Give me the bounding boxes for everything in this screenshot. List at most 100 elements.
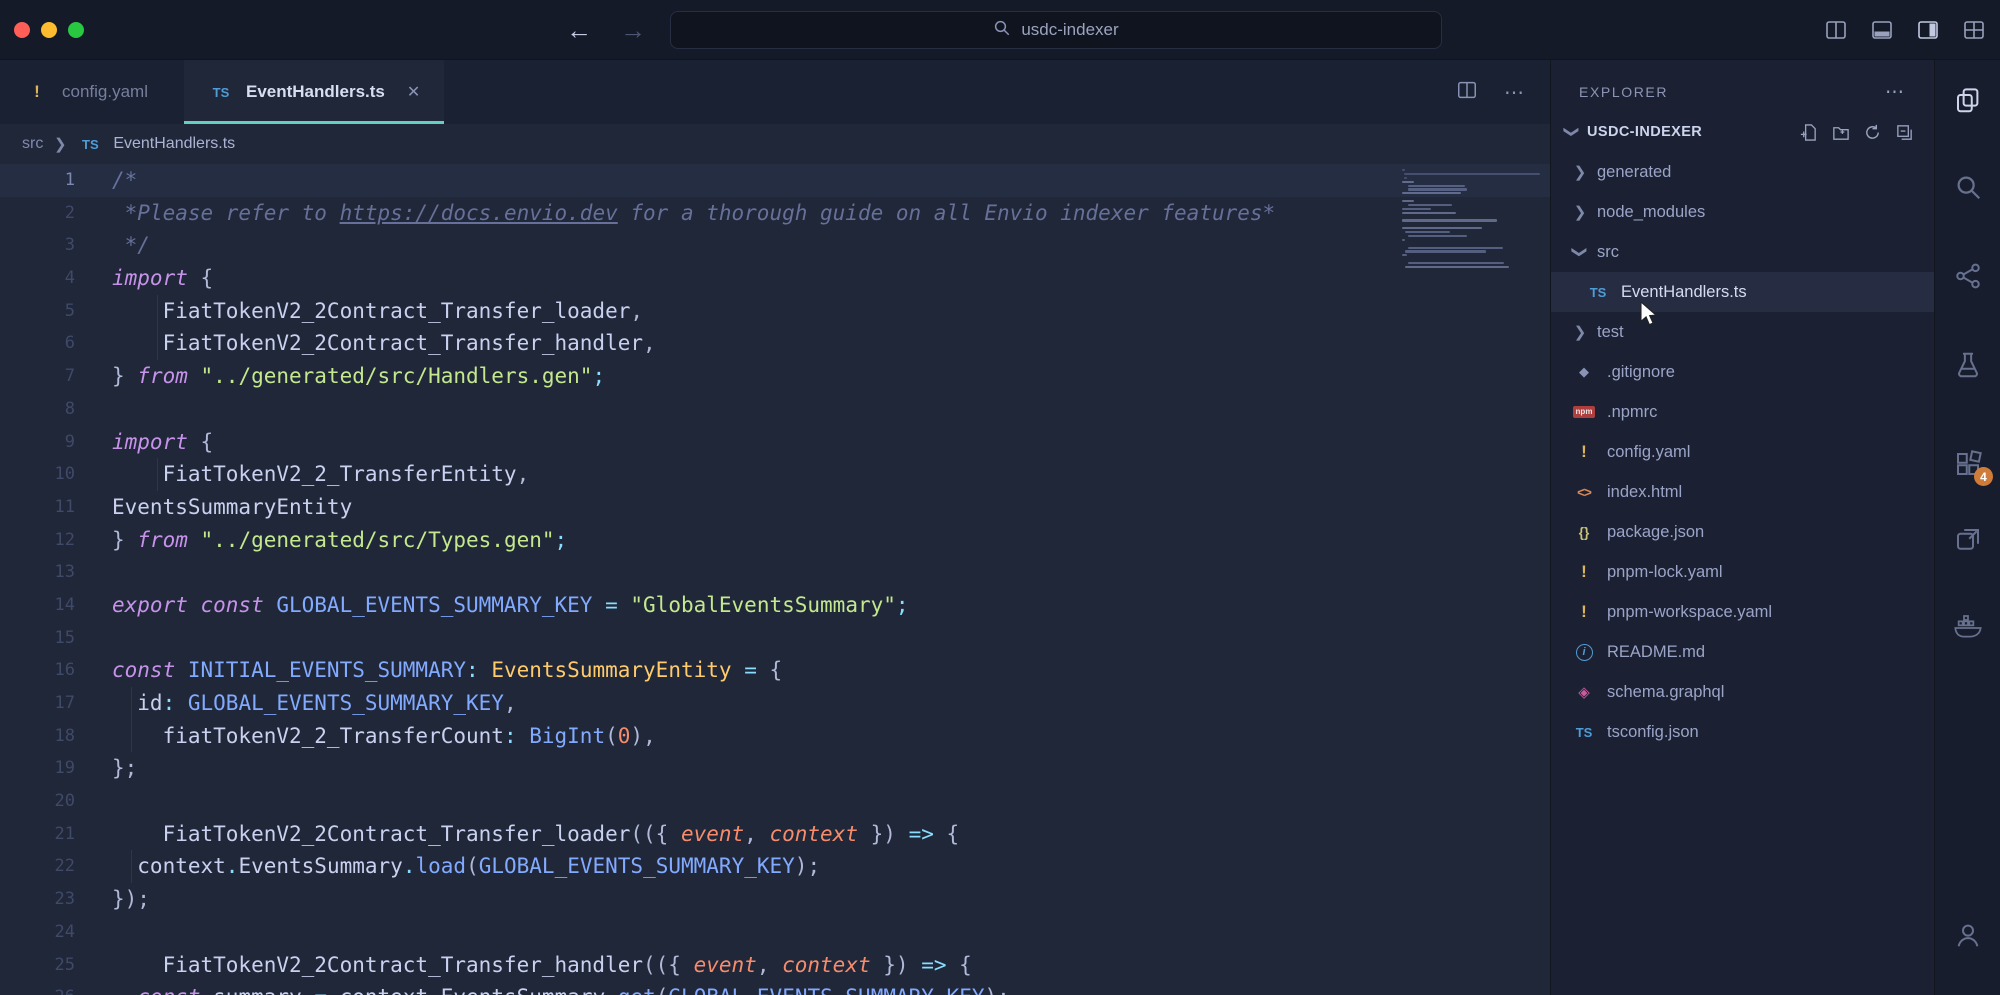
minimize-window-button[interactable] <box>41 22 57 38</box>
line-number: 23 <box>0 883 75 916</box>
tab-eventhandlers-ts[interactable]: TS EventHandlers.ts ✕ <box>184 60 444 124</box>
new-file-icon[interactable] <box>1799 123 1818 142</box>
code-line[interactable]: EventsSummaryEntity <box>112 491 1550 524</box>
explorer-sidebar: EXPLORER ⋯ ❯ USDC-INDEXER <box>1550 60 1934 995</box>
close-window-button[interactable] <box>14 22 30 38</box>
tree-item--gitignore[interactable]: ◆.gitignore <box>1551 352 1934 392</box>
code-line[interactable]: import { <box>112 426 1550 459</box>
customize-layout-icon[interactable] <box>1962 18 1986 42</box>
close-tab-icon[interactable]: ✕ <box>407 82 420 102</box>
navigate-forward-button[interactable]: → <box>620 15 646 46</box>
tree-item--npmrc[interactable]: npm.npmrc <box>1551 392 1934 432</box>
tree-item-label: test <box>1597 323 1624 342</box>
new-folder-icon[interactable] <box>1831 123 1850 142</box>
code-line[interactable]: context.EventsSummary.load(GLOBAL_EVENTS… <box>112 850 1550 883</box>
tree-item-generated[interactable]: ❯generated <box>1551 152 1934 192</box>
code-line[interactable] <box>112 622 1550 655</box>
code-editor[interactable]: 1234567891011121314151617181920212223242… <box>0 164 1550 995</box>
yaml-warning-icon: ! <box>1571 602 1597 622</box>
navigate-back-button[interactable]: ← <box>566 15 592 46</box>
breadcrumb-file[interactable]: EventHandlers.ts <box>113 135 235 153</box>
code-line[interactable]: FiatTokenV2_2_TransferEntity, <box>112 458 1550 491</box>
tab-divider <box>172 60 184 124</box>
tree-item-node-modules[interactable]: ❯node_modules <box>1551 192 1934 232</box>
tree-item-pnpm-workspace-yaml[interactable]: !pnpm-workspace.yaml <box>1551 592 1934 632</box>
breadcrumb: src ❯ TS EventHandlers.ts <box>0 124 1550 164</box>
line-number: 26 <box>0 981 75 995</box>
code-line[interactable] <box>112 785 1550 818</box>
activity-docker-button[interactable] <box>1935 606 2000 650</box>
tree-item-package-json[interactable]: {}package.json <box>1551 512 1934 552</box>
tab-bar: ! config.yaml TS EventHandlers.ts ✕ ⋯ <box>0 60 1550 124</box>
code-line[interactable]: */ <box>112 229 1550 262</box>
tree-item-tsconfig-json[interactable]: TStsconfig.json <box>1551 712 1934 752</box>
activity-search-button[interactable] <box>1935 167 2000 211</box>
code-line[interactable]: *Please refer to https://docs.envio.dev … <box>112 197 1550 230</box>
tree-item-config-yaml[interactable]: !config.yaml <box>1551 432 1934 472</box>
tree-item-label: index.html <box>1607 483 1682 502</box>
activity-account-button[interactable] <box>1935 915 2000 959</box>
code-line[interactable]: FiatTokenV2_2Contract_Transfer_handler, <box>112 327 1550 360</box>
line-number: 7 <box>0 360 75 393</box>
chevron-right-icon: ❯ <box>1573 323 1587 341</box>
minimap-line <box>1402 227 1482 229</box>
explorer-title: EXPLORER <box>1579 84 1668 100</box>
tab-config-yaml[interactable]: ! config.yaml <box>0 60 172 124</box>
code-line[interactable] <box>112 556 1550 589</box>
minimap-line <box>1408 204 1452 206</box>
code-line[interactable]: const INITIAL_EVENTS_SUMMARY: EventsSumm… <box>112 654 1550 687</box>
readme-info-icon: i <box>1571 644 1597 661</box>
project-root-row[interactable]: ❯ USDC-INDEXER <box>1551 112 1934 152</box>
toggle-panel-icon[interactable] <box>1870 18 1894 42</box>
code-line[interactable] <box>112 393 1550 426</box>
code-line[interactable]: } from "../generated/src/Handlers.gen"; <box>112 360 1550 393</box>
tree-item-schema-graphql[interactable]: ◈schema.graphql <box>1551 672 1934 712</box>
code-line[interactable]: const summary = context.EventsSummary.ge… <box>112 981 1550 995</box>
zoom-window-button[interactable] <box>68 22 84 38</box>
activity-explorer-button[interactable] <box>1935 80 2000 124</box>
tree-item-pnpm-lock-yaml[interactable]: !pnpm-lock.yaml <box>1551 552 1934 592</box>
line-number: 11 <box>0 491 75 524</box>
minimap-line <box>1402 169 1405 171</box>
breadcrumb-folder[interactable]: src <box>22 135 43 153</box>
tree-item-eventhandlers-ts[interactable]: TSEventHandlers.ts <box>1551 272 1934 312</box>
minimap[interactable] <box>1400 169 1550 270</box>
toggle-sidebar-icon[interactable] <box>1916 18 1940 42</box>
line-number-gutter: 1234567891011121314151617181920212223242… <box>0 164 75 995</box>
activity-source-control-graph-button[interactable] <box>1935 256 2000 300</box>
tree-item-src[interactable]: ❯src <box>1551 232 1934 272</box>
code-line[interactable]: FiatTokenV2_2Contract_Transfer_loader(({… <box>112 818 1550 851</box>
editor-more-actions-icon[interactable]: ⋯ <box>1504 80 1524 105</box>
activity-remote-explorer-button[interactable] <box>1935 520 2000 564</box>
activity-testing-button[interactable] <box>1935 345 2000 389</box>
html-icon: <> <box>1571 485 1597 500</box>
tree-item-index-html[interactable]: <> index.html <box>1551 472 1934 512</box>
extensions-badge: 4 <box>1974 467 1993 486</box>
search-icon <box>1953 172 1983 207</box>
split-editor-layout-icon[interactable] <box>1824 18 1848 42</box>
code-line[interactable]: fiatTokenV2_2_TransferCount: BigInt(0), <box>112 720 1550 753</box>
indent-guide <box>131 720 132 753</box>
split-editor-icon[interactable] <box>1456 79 1478 106</box>
refresh-icon[interactable] <box>1863 123 1882 142</box>
code-line[interactable]: /* <box>112 164 1550 197</box>
line-number: 5 <box>0 295 75 328</box>
code-line[interactable]: export const GLOBAL_EVENTS_SUMMARY_KEY =… <box>112 589 1550 622</box>
code-line[interactable]: }; <box>112 752 1550 785</box>
explorer-more-actions-icon[interactable]: ⋯ <box>1885 81 1904 104</box>
activity-extensions-button[interactable]: 4 <box>1935 444 2000 488</box>
collapse-all-icon[interactable] <box>1895 123 1914 142</box>
code-line[interactable]: import { <box>112 262 1550 295</box>
indent-guide <box>131 850 132 883</box>
code-line[interactable]: }); <box>112 883 1550 916</box>
code-line[interactable]: FiatTokenV2_2Contract_Transfer_handler((… <box>112 949 1550 982</box>
tree-item-test[interactable]: ❯ test <box>1551 312 1934 352</box>
line-number: 21 <box>0 818 75 851</box>
code-line[interactable]: id: GLOBAL_EVENTS_SUMMARY_KEY, <box>112 687 1550 720</box>
code-line[interactable]: } from "../generated/src/Types.gen"; <box>112 524 1550 557</box>
code-lines: /* *Please refer to https://docs.envio.d… <box>112 164 1550 995</box>
tree-item-readme-md[interactable]: iREADME.md <box>1551 632 1934 672</box>
code-line[interactable]: FiatTokenV2_2Contract_Transfer_loader, <box>112 295 1550 328</box>
code-line[interactable] <box>112 916 1550 949</box>
command-center-search[interactable]: usdc-indexer <box>670 11 1442 49</box>
